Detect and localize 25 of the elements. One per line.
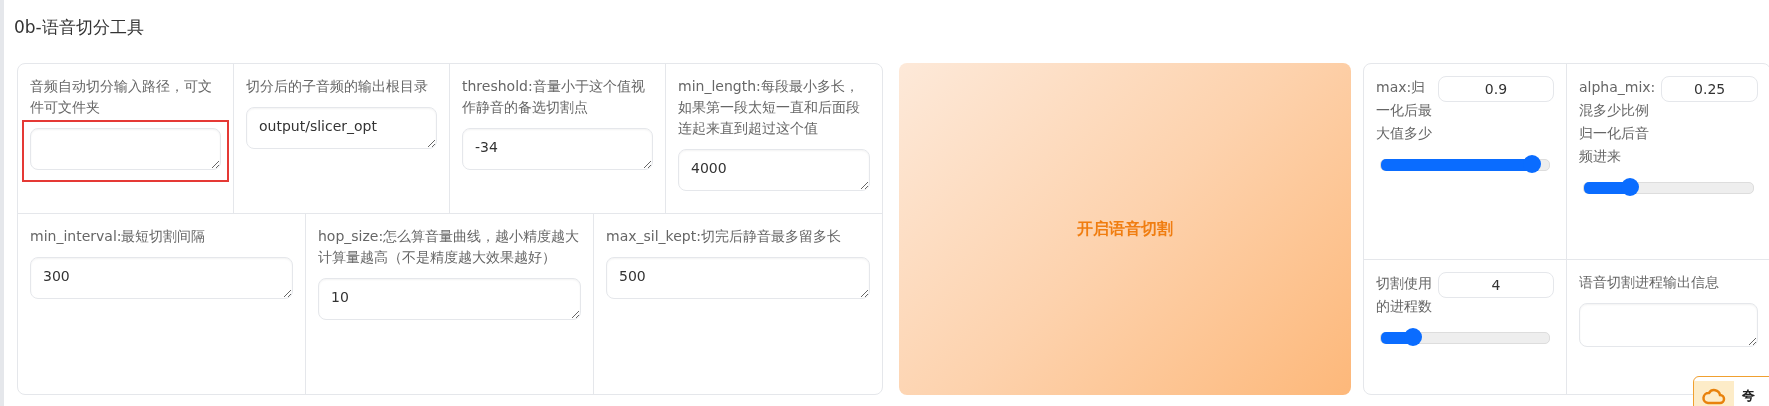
text-field[interactable]: 4000 bbox=[678, 149, 870, 191]
text-field[interactable]: 300 bbox=[30, 257, 293, 299]
text-field[interactable]: 10 bbox=[318, 278, 581, 320]
field-label: threshold:音量小于这个值视作静音的备选切割点 bbox=[462, 77, 646, 117]
setting-label: 切割使用的进程数 bbox=[1376, 274, 1432, 316]
number-field[interactable]: 4 bbox=[1438, 272, 1554, 298]
setting-label: alpha_mix:混多少比例归一化后音频进来 bbox=[1579, 78, 1656, 166]
setting-label: max:归一化后最大值多少 bbox=[1376, 78, 1432, 143]
field-label: 切分后的子音频的输出根目录 bbox=[246, 77, 429, 96]
number-field[interactable]: 0.9 bbox=[1438, 76, 1554, 102]
field-label: max_sil_kept:切完后静音最多留多长 bbox=[606, 227, 842, 246]
field-label: min_length:每段最小多长，如果第一段太短一直和后面段连起来直到超过这个值 bbox=[678, 77, 861, 138]
text-field[interactable] bbox=[30, 128, 221, 170]
section-title: 0b-语音切分工具 bbox=[14, 16, 144, 39]
field-label: hop_size:怎么算音量曲线，越小精度越大计算量越高（不是精度越大效果越好） bbox=[318, 227, 581, 267]
output-label: 语音切割进程输出信息 bbox=[1579, 273, 1720, 292]
number-field[interactable]: 0.25 bbox=[1661, 76, 1758, 102]
field-label: 音频自动切分输入路径，可文件可文件夹 bbox=[30, 77, 213, 117]
text-field[interactable]: -34 bbox=[462, 128, 653, 170]
text-field[interactable]: output/slicer_opt bbox=[246, 107, 437, 149]
floating-badge[interactable]: 夸 bbox=[1693, 376, 1769, 406]
field-label: min_interval:最短切割间隔 bbox=[30, 227, 207, 246]
cloud-icon bbox=[1702, 387, 1726, 405]
text-field[interactable]: 500 bbox=[606, 257, 870, 299]
output-field[interactable] bbox=[1579, 303, 1758, 347]
